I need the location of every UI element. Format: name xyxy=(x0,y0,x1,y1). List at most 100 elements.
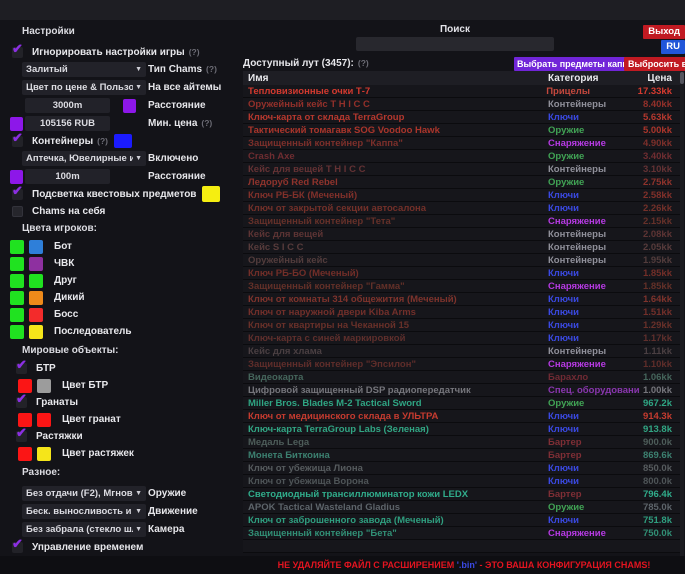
pmc-color-swatch[interactable] xyxy=(29,257,43,271)
table-row[interactable]: Ключ от заброшенного завода (Меченый)Клю… xyxy=(243,514,680,527)
table-row[interactable]: Кейс для вещей T H I C CКонтейнеры3.10kk xyxy=(243,163,680,176)
table-row[interactable]: Ключ от наружной двери Kiba ArmsКлючи1.5… xyxy=(243,306,680,319)
item-price: 751.8k xyxy=(640,515,680,526)
column-header-category[interactable]: Категория xyxy=(548,73,640,84)
table-row[interactable]: Оружейный кейсКонтейнеры1.95kk xyxy=(243,254,680,267)
item-category: Контейнеры xyxy=(548,255,640,266)
table-scrollbar[interactable] xyxy=(680,71,684,556)
table-row[interactable]: Ледоруб Red RebelОружие2.75kk xyxy=(243,176,680,189)
ignore-game-settings-checkbox[interactable]: ✔ xyxy=(12,47,23,58)
item-price: 3.10kk xyxy=(640,164,680,175)
table-row[interactable]: Защищенный контейнер "Каппа"Снаряжение4.… xyxy=(243,137,680,150)
select-kappa-items-button[interactable]: Выбрать предметы каппа xyxy=(514,57,636,71)
tripwires-checkbox[interactable]: ✔ xyxy=(16,431,27,442)
table-row[interactable]: Ключ РБ-БК (Меченый)Ключи2.58kk xyxy=(243,189,680,202)
chams-type-dropdown[interactable]: Залитый ▼ xyxy=(22,62,146,77)
item-price: 1.11kk xyxy=(640,346,680,357)
table-row[interactable]: Ключ от квартиры на Чеканной 15Ключи1.29… xyxy=(243,319,680,332)
distance2-input[interactable]: 100m xyxy=(25,169,110,184)
player-color-label: Друг xyxy=(54,275,77,286)
time-control-checkbox[interactable]: ✔ xyxy=(12,542,23,553)
table-row[interactable]: Защищенный контейнер "Эпсилон"Снаряжение… xyxy=(243,358,680,371)
table-row[interactable]: Защищенный контейнер "Тета"Снаряжение2.1… xyxy=(243,215,680,228)
table-row[interactable]: Ключ от убежища ВоронаКлючи800.0k xyxy=(243,475,680,488)
color-mode-dropdown[interactable]: Цвет по цене & Пользователь ▼ xyxy=(22,80,146,95)
btr-checkbox[interactable]: ✔ xyxy=(16,363,27,374)
friend-color-swatch[interactable] xyxy=(29,274,43,288)
distance-color-swatch[interactable] xyxy=(123,99,136,113)
exit-button[interactable]: Выход xyxy=(643,25,685,39)
btr-color-swatch[interactable] xyxy=(37,379,51,393)
table-row[interactable]: Ключ РБ-БО (Меченый)Ключи1.85kk xyxy=(243,267,680,280)
weapon-dropdown[interactable]: Без отдачи (F2), Мгновенное пе ▼ xyxy=(22,486,146,501)
table-row[interactable]: Светодиодный трансиллюминатор кожи LEDXБ… xyxy=(243,488,680,501)
table-row[interactable]: Кейс для вещейКонтейнеры2.08kk xyxy=(243,228,680,241)
table-row[interactable]: Монета БиткоинаБартер869.6k xyxy=(243,449,680,462)
item-name: Оружейный кейс xyxy=(243,255,548,266)
bot-color-swatch[interactable] xyxy=(29,240,43,254)
table-row[interactable]: Кейс для хламаКонтейнеры1.11kk xyxy=(243,345,680,358)
distance-input[interactable]: 3000m xyxy=(25,98,110,113)
table-row[interactable]: Ключ от комнаты 314 общежития (Меченый)К… xyxy=(243,293,680,306)
boss-visible-color-swatch[interactable] xyxy=(10,308,24,322)
table-row[interactable]: Ключ от закрытой секции автосалонаКлючи2… xyxy=(243,202,680,215)
containers-color-swatch[interactable] xyxy=(114,134,132,148)
scrollbar-thumb[interactable] xyxy=(680,72,684,84)
scav-color-swatch[interactable] xyxy=(29,291,43,305)
camera-dropdown[interactable]: Без забрала (стекло шлема) ▼ xyxy=(22,522,146,537)
friend-visible-color-swatch[interactable] xyxy=(10,274,24,288)
table-row[interactable]: Ключ-карта с синей маркировкойКлючи1.17k… xyxy=(243,332,680,345)
follower-color-swatch[interactable] xyxy=(29,325,43,339)
help-icon[interactable]: (?) xyxy=(206,64,217,74)
category-filter-dropdown[interactable]: Аптечка, Ювелирные и... ▼ xyxy=(22,151,146,166)
boss-color-swatch[interactable] xyxy=(29,308,43,322)
scav-visible-color-swatch[interactable] xyxy=(10,291,24,305)
discard-all-button[interactable]: Выбросить все xyxy=(624,57,685,71)
table-row[interactable]: ВидеокартаБарахло1.06kk xyxy=(243,371,680,384)
table-row[interactable]: Медаль LegaБартер900.0k xyxy=(243,436,680,449)
min-price-input[interactable]: 105156 RUB xyxy=(25,116,110,131)
table-row[interactable]: Тактический томагавк SOG Voodoo HawkОруж… xyxy=(243,124,680,137)
movement-dropdown[interactable]: Беск. выносливость и нет устал ▼ xyxy=(22,504,146,519)
help-icon[interactable]: (?) xyxy=(189,47,200,57)
table-row[interactable]: Ключ-карта от склада TerraGroupКлючи5.63… xyxy=(243,111,680,124)
table-row[interactable]: Ключ-карта TerraGroup Labs (Зеленая)Ключ… xyxy=(243,423,680,436)
distance2-label: Расстояние xyxy=(148,171,206,182)
tripwire-visible-color-swatch[interactable] xyxy=(18,447,32,461)
table-row[interactable]: Защищенный контейнер "Бета"Снаряжение750… xyxy=(243,527,680,540)
help-icon[interactable]: (?) xyxy=(358,58,369,68)
min-price-color-swatch[interactable] xyxy=(10,117,23,131)
quest-items-checkbox[interactable]: ✔ xyxy=(12,189,23,200)
grenade-color-swatch[interactable] xyxy=(37,413,51,427)
btr-color-row: Цвет БТР xyxy=(10,377,238,394)
column-header-name[interactable]: Имя xyxy=(243,73,548,84)
search-input[interactable] xyxy=(356,37,554,51)
checkmark-icon: ✔ xyxy=(12,537,23,550)
follower-visible-color-swatch[interactable] xyxy=(10,325,24,339)
chams-self-checkbox[interactable] xyxy=(12,206,23,217)
help-icon[interactable]: (?) xyxy=(201,118,212,128)
table-row[interactable] xyxy=(243,540,680,553)
help-icon[interactable]: (?) xyxy=(97,136,108,146)
table-row[interactable]: APOK Tactical Wasteland GladiusОружие785… xyxy=(243,501,680,514)
containers-checkbox[interactable]: ✔ xyxy=(12,136,23,147)
table-row[interactable]: Оружейный кейс T H I C CКонтейнеры8.40kk xyxy=(243,98,680,111)
table-row[interactable]: Ключ от медицинского склада в УЛЬТРАКлюч… xyxy=(243,410,680,423)
table-row[interactable]: Защищенный контейнер "Гамма"Снаряжение1.… xyxy=(243,280,680,293)
chams-self-row: Chams на себя xyxy=(10,203,238,219)
language-button[interactable]: RU xyxy=(661,40,685,54)
table-row[interactable]: Miller Bros. Blades M-2 Tactical SwordОр… xyxy=(243,397,680,410)
table-row[interactable]: Ключ от убежища ЛионаКлючи850.0k xyxy=(243,462,680,475)
table-row[interactable]: Crash AxeОружие3.40kk xyxy=(243,150,680,163)
grenades-checkbox[interactable]: ✔ xyxy=(16,397,27,408)
pmc-visible-color-swatch[interactable] xyxy=(10,257,24,271)
table-row[interactable]: Тепловизионные очки Т-7Прицелы17.33kk xyxy=(243,85,680,98)
column-header-price[interactable]: Цена xyxy=(640,73,680,84)
tripwire-color-swatch[interactable] xyxy=(37,447,51,461)
distance2-color-swatch[interactable] xyxy=(10,170,23,184)
table-row[interactable]: Цифровой защищенный DSP радиопередатчикС… xyxy=(243,384,680,397)
bot-visible-color-swatch[interactable] xyxy=(10,240,24,254)
table-row[interactable]: Кейс S I C CКонтейнеры2.05kk xyxy=(243,241,680,254)
chams-type-value: Залитый xyxy=(26,64,133,75)
quest-items-color-swatch[interactable] xyxy=(202,186,220,202)
